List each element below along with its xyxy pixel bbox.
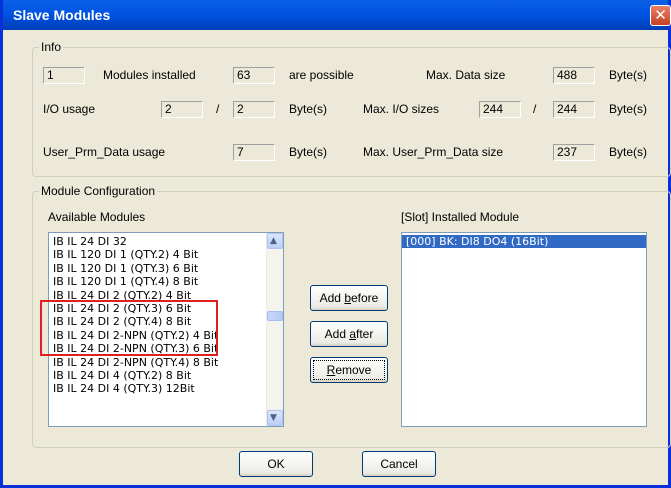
add-after-label: Add after: [324, 327, 374, 341]
list-item[interactable]: IB IL 24 DI 4 (QTY.3) 12Bit: [49, 382, 283, 395]
remove-label: Remove: [313, 360, 385, 380]
scroll-up-arrow-icon: ▲: [270, 236, 277, 246]
list-item[interactable]: [000] BK: DI8 DO4 (16Bit): [402, 235, 646, 249]
scroll-thumb[interactable]: [267, 311, 283, 321]
max-user-prm-unit: Byte(s): [609, 145, 648, 159]
modules-installed-label: Modules installed: [103, 68, 196, 82]
installed-module-label: [Slot] Installed Module: [401, 210, 520, 224]
highlight-annotation-box: [40, 300, 218, 356]
max-io-sizes-unit: Byte(s): [609, 102, 648, 116]
slave-modules-dialog: Slave Modules ✕ Info 1 Modules installed…: [0, 0, 671, 488]
max-user-prm-label: Max. User_Prm_Data size: [363, 145, 504, 159]
available-modules-scrollbar[interactable]: ▲ ▼: [266, 233, 283, 426]
user-prm-usage-label: User_Prm_Data usage: [43, 145, 166, 159]
max-io-sizes-separator: /: [533, 102, 537, 116]
available-modules-label: Available Modules: [48, 210, 146, 224]
installed-modules-items: [000] BK: DI8 DO4 (16Bit): [402, 233, 646, 249]
list-item[interactable]: IB IL 120 DI 1 (QTY.4) 8 Bit: [49, 275, 283, 288]
possible-value: 63: [233, 67, 275, 84]
close-icon[interactable]: ✕: [650, 5, 671, 26]
list-item[interactable]: IB IL 24 DI 4 (QTY.2) 8 Bit: [49, 369, 283, 382]
list-item[interactable]: IB IL 24 DI 2-NPN (QTY.4) 8 Bit: [49, 356, 283, 369]
max-data-size-unit: Byte(s): [609, 68, 648, 82]
module-configuration-legend: Module Configuration: [41, 184, 156, 198]
ok-button[interactable]: OK: [239, 451, 313, 477]
list-item[interactable]: IB IL 120 DI 1 (QTY.3) 6 Bit: [49, 262, 283, 275]
max-io-sizes-value-1: 244: [479, 101, 521, 118]
list-item[interactable]: IB IL 24 DI 32: [49, 235, 283, 248]
io-usage-unit: Byte(s): [289, 102, 328, 116]
io-usage-value-2: 2: [233, 101, 275, 118]
max-io-sizes-label: Max. I/O sizes: [363, 102, 440, 116]
add-before-button[interactable]: Add before: [310, 285, 388, 311]
cancel-button[interactable]: Cancel: [362, 451, 436, 477]
scroll-down-arrow-icon: ▼: [270, 413, 277, 423]
io-usage-label: I/O usage: [43, 102, 96, 116]
remove-button[interactable]: Remove: [310, 357, 388, 383]
scroll-up-button[interactable]: ▲: [267, 233, 283, 249]
title-bar[interactable]: Slave Modules ✕: [3, 0, 671, 30]
max-data-size-value: 488: [553, 67, 595, 84]
info-legend: Info: [41, 40, 62, 54]
max-io-sizes-value-2: 244: [553, 101, 595, 118]
possible-label: are possible: [289, 68, 354, 82]
io-usage-separator: /: [216, 102, 220, 116]
scroll-down-button[interactable]: ▼: [267, 410, 283, 426]
user-prm-usage-value: 7: [233, 144, 275, 161]
user-prm-usage-unit: Byte(s): [289, 145, 328, 159]
window-title: Slave Modules: [13, 7, 111, 23]
max-data-size-label: Max. Data size: [426, 68, 506, 82]
list-item[interactable]: IB IL 120 DI 1 (QTY.2) 4 Bit: [49, 248, 283, 261]
add-before-label: Add before: [319, 291, 379, 305]
io-usage-value-1: 2: [161, 101, 203, 118]
installed-modules-list[interactable]: [000] BK: DI8 DO4 (16Bit): [401, 232, 647, 427]
max-user-prm-value: 237: [553, 144, 595, 161]
modules-installed-value: 1: [43, 67, 85, 84]
add-after-button[interactable]: Add after: [310, 321, 388, 347]
